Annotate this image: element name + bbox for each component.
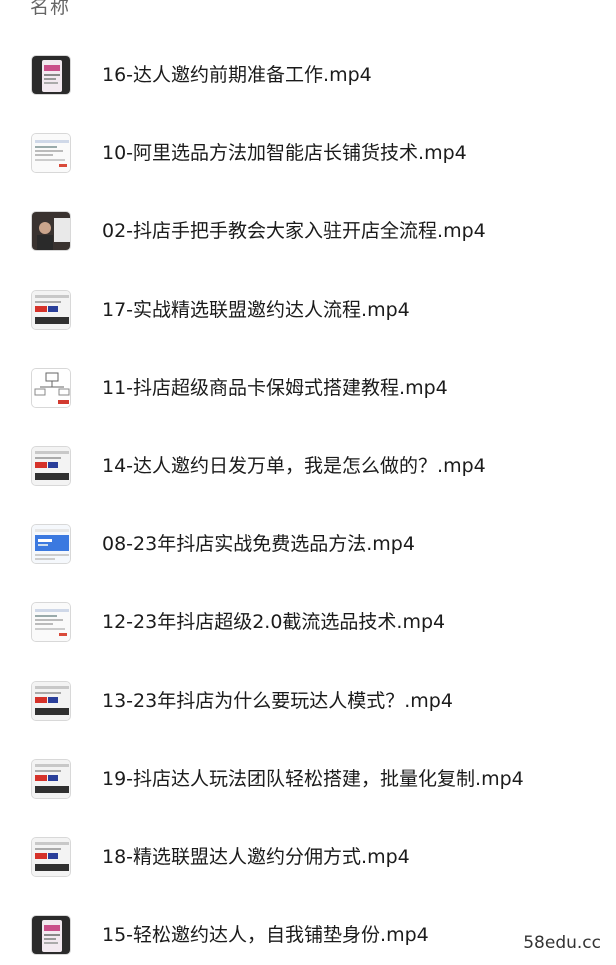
file-row[interactable]: 17-实战精选联盟邀约达人流程.mp4	[0, 280, 616, 340]
video-thumbnail-icon[interactable]	[31, 837, 71, 877]
file-row[interactable]: 12-23年抖店超级2.0截流选品技术.mp4	[0, 592, 616, 652]
file-name-label[interactable]: 15-轻松邀约达人，自我铺垫身份.mp4	[102, 923, 429, 947]
file-name-label[interactable]: 08-23年抖店实战免费选品方法.mp4	[102, 532, 415, 556]
column-header-name[interactable]: 名称	[30, 0, 70, 19]
watermark-text: 58edu.cc	[520, 932, 604, 954]
video-thumbnail-icon[interactable]	[31, 289, 71, 330]
file-row[interactable]: 11-抖店超级商品卡保姆式搭建教程.mp4	[0, 358, 616, 418]
video-thumbnail-icon[interactable]	[31, 367, 71, 408]
video-thumbnail-icon[interactable]	[31, 524, 71, 565]
file-row[interactable]: 19-抖店达人玩法团队轻松搭建，批量化复制.mp4	[0, 749, 616, 809]
file-row[interactable]: 08-23年抖店实战免费选品方法.mp4	[0, 514, 616, 574]
file-name-label[interactable]: 14-达人邀约日发万单，我是怎么做的？.mp4	[102, 454, 486, 478]
file-name-label[interactable]: 11-抖店超级商品卡保姆式搭建教程.mp4	[102, 376, 448, 400]
file-name-label[interactable]: 19-抖店达人玩法团队轻松搭建，批量化复制.mp4	[102, 767, 524, 791]
file-row[interactable]: 18-精选联盟达人邀约分佣方式.mp4	[0, 827, 616, 887]
file-name-label[interactable]: 12-23年抖店超级2.0截流选品技术.mp4	[102, 610, 445, 634]
file-row[interactable]: 16-达人邀约前期准备工作.mp4	[0, 45, 616, 105]
video-thumbnail-icon[interactable]	[31, 55, 71, 95]
video-thumbnail-icon[interactable]	[31, 758, 71, 799]
file-name-label[interactable]: 17-实战精选联盟邀约达人流程.mp4	[102, 298, 410, 322]
video-thumbnail-icon[interactable]	[31, 680, 71, 721]
file-name-label[interactable]: 02-抖店手把手教会大家入驻开店全流程.mp4	[102, 219, 486, 243]
video-thumbnail-icon[interactable]	[31, 211, 71, 252]
file-row[interactable]: 13-23年抖店为什么要玩达人模式？.mp4	[0, 671, 616, 731]
video-thumbnail-icon[interactable]	[31, 446, 71, 486]
video-thumbnail-icon[interactable]	[31, 915, 71, 956]
file-name-label[interactable]: 18-精选联盟达人邀约分佣方式.mp4	[102, 845, 410, 869]
video-thumbnail-icon[interactable]	[31, 133, 71, 174]
file-row[interactable]: 14-达人邀约日发万单，我是怎么做的？.mp4	[0, 436, 616, 496]
file-row[interactable]: 02-抖店手把手教会大家入驻开店全流程.mp4	[0, 201, 616, 261]
video-thumbnail-icon[interactable]	[31, 602, 71, 643]
file-row[interactable]: 10-阿里选品方法加智能店长铺货技术.mp4	[0, 123, 616, 183]
file-name-label[interactable]: 13-23年抖店为什么要玩达人模式？.mp4	[102, 689, 453, 713]
file-name-label[interactable]: 16-达人邀约前期准备工作.mp4	[102, 63, 372, 87]
file-name-label[interactable]: 10-阿里选品方法加智能店长铺货技术.mp4	[102, 141, 467, 165]
